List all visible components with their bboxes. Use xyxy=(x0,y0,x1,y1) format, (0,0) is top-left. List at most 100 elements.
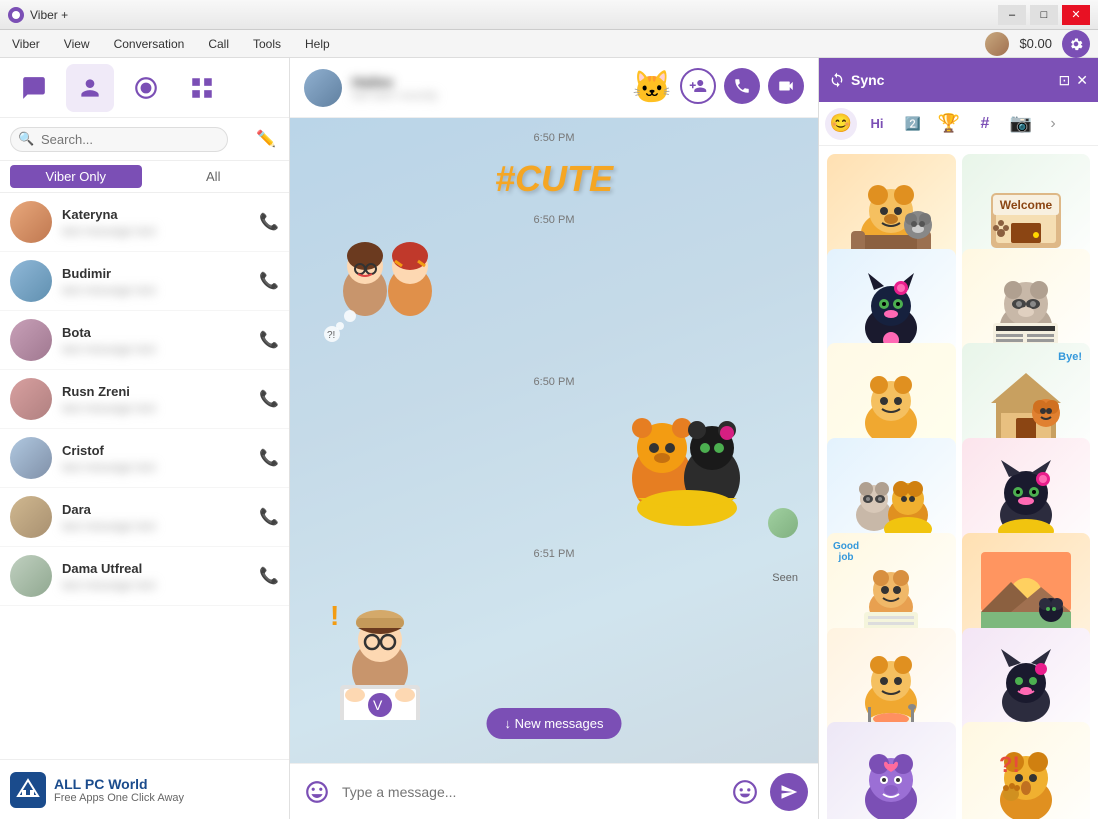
list-item[interactable]: Cristof last message text 📞 xyxy=(0,429,289,488)
titlebar: Viber + – □ ✕ xyxy=(0,0,1098,30)
chat-messages: 6:50 PM #CUTE 6:50 PM xyxy=(290,118,818,763)
minimize-button[interactable]: – xyxy=(998,5,1026,25)
window-title: Viber + xyxy=(30,8,998,22)
message-timestamp: 6:50 PM xyxy=(310,132,798,144)
watermark-text: ALL PC World Free Apps One Click Away xyxy=(54,776,184,804)
chat-area: Hailee last seen recently 🐱 xyxy=(290,58,818,819)
maximize-button[interactable]: □ xyxy=(1030,5,1058,25)
contact-preview: last message text xyxy=(62,578,259,592)
calls-nav-button[interactable] xyxy=(122,64,170,112)
list-item[interactable]: Budimir last message text 📞 xyxy=(0,252,289,311)
contact-right: 📞 xyxy=(259,212,279,232)
messages-nav-button[interactable] xyxy=(10,64,58,112)
sticker-cell[interactable]: ?! What?! xyxy=(962,722,1091,819)
list-item[interactable]: Kateryna last message text 📞 xyxy=(0,193,289,252)
main-container: 🔍 ✏️ Viber Only All Kateryna last messag… xyxy=(0,58,1098,819)
contact-preview: last message text xyxy=(62,224,259,238)
search-bar: 🔍 ✏️ xyxy=(0,118,289,161)
settings-button[interactable] xyxy=(1062,30,1090,58)
avatar xyxy=(10,260,52,302)
chat-contact-info: Hailee last seen recently xyxy=(352,74,622,102)
menu-help[interactable]: Help xyxy=(301,35,334,53)
svg-text:!: ! xyxy=(330,600,339,631)
window-controls: – □ ✕ xyxy=(998,5,1090,25)
viber-icon: 📞 xyxy=(259,212,279,232)
svg-text:V: V xyxy=(373,697,383,713)
sidebar: 🔍 ✏️ Viber Only All Kateryna last messag… xyxy=(0,58,290,819)
viber-icon: 📞 xyxy=(259,330,279,350)
contact-preview: last message text xyxy=(62,460,259,474)
sticker-scroll-right[interactable]: › xyxy=(1041,102,1065,146)
search-icon: 🔍 xyxy=(18,131,34,147)
send-button[interactable] xyxy=(770,773,808,811)
list-item[interactable]: Dara last message text 📞 xyxy=(0,488,289,547)
viber-icon: 📞 xyxy=(259,448,279,468)
menu-viber[interactable]: Viber xyxy=(8,35,44,53)
contact-name: Rusn Zreni xyxy=(62,384,259,399)
contact-list: Kateryna last message text 📞 Budimir las… xyxy=(0,193,289,759)
menu-conversation[interactable]: Conversation xyxy=(110,35,189,53)
contact-right: 📞 xyxy=(259,271,279,291)
sticker-cat-emoji[interactable]: 😊 xyxy=(825,108,857,140)
close-button[interactable]: ✕ xyxy=(1062,5,1090,25)
svg-text:Welcome: Welcome xyxy=(1000,198,1053,212)
message-sticker-left2: ! V xyxy=(310,590,798,720)
menu-tools[interactable]: Tools xyxy=(249,35,285,53)
chat-contact-status: last seen recently xyxy=(352,90,622,102)
sticker-cat-trophy[interactable]: 🏆 xyxy=(933,108,965,140)
filter-viber-only[interactable]: Viber Only xyxy=(10,165,142,188)
list-item[interactable]: Dama Utfreal last message text 📞 xyxy=(0,547,289,606)
sticker-cat-hash[interactable]: # xyxy=(969,108,1001,140)
video-call-button[interactable] xyxy=(768,68,804,104)
sticker-left: ?! xyxy=(310,236,460,366)
list-item[interactable]: Rusn Zreni last message text 📞 xyxy=(0,370,289,429)
message-seen-status: Seen xyxy=(310,572,798,584)
contact-info: Cristof last message text xyxy=(62,443,259,474)
more-nav-button[interactable] xyxy=(178,64,226,112)
contact-name: Budimir xyxy=(62,266,259,281)
contacts-nav-button[interactable] xyxy=(66,64,114,112)
viber-icon: 📞 xyxy=(259,566,279,586)
sticker-cat-photo[interactable]: 📷 xyxy=(1005,108,1037,140)
list-item[interactable]: Bota last message text 📞 xyxy=(0,311,289,370)
viber-icon: 📞 xyxy=(259,507,279,527)
sticker-cat-2[interactable]: 2️⃣ xyxy=(897,108,929,140)
sticker-panel-title: Sync xyxy=(851,72,1053,88)
chat-contact-avatar xyxy=(304,69,342,107)
svg-text:?!: ?! xyxy=(999,752,1020,777)
compose-button[interactable]: ✏️ xyxy=(253,126,279,152)
message-input[interactable] xyxy=(342,784,720,800)
chat-input-area xyxy=(290,763,818,819)
balance-display: $0.00 xyxy=(1019,36,1052,51)
add-contact-button[interactable] xyxy=(680,68,716,104)
search-input[interactable] xyxy=(10,127,228,152)
watermark-title: ALL PC World xyxy=(54,776,184,792)
avatar xyxy=(10,201,52,243)
menu-right: $0.00 xyxy=(985,30,1090,58)
app-icon xyxy=(8,7,24,23)
user-avatar xyxy=(985,32,1009,56)
watermark-logo xyxy=(10,772,46,808)
sticker-button[interactable] xyxy=(728,775,762,809)
viber-icon: 📞 xyxy=(259,271,279,291)
sticker-panel-controls: ⊡ ✕ xyxy=(1059,72,1088,89)
header-sticker: 🐱 xyxy=(632,68,672,108)
contact-preview: last message text xyxy=(62,401,259,415)
chat-header-actions: 🐱 xyxy=(632,68,804,108)
emoji-picker-button[interactable] xyxy=(300,775,334,809)
hashtag-message: #CUTE xyxy=(310,158,798,200)
sticker-cat-hi[interactable]: Hi xyxy=(861,108,893,140)
search-wrapper: 🔍 xyxy=(10,127,247,152)
message-sticker-left: ?! xyxy=(310,236,798,366)
panel-resize-button[interactable]: ⊡ xyxy=(1059,72,1071,89)
menu-call[interactable]: Call xyxy=(204,35,233,53)
menu-view[interactable]: View xyxy=(60,35,94,53)
panel-close-button[interactable]: ✕ xyxy=(1076,72,1088,89)
sticker-cell[interactable] xyxy=(827,722,956,819)
sticker-panel: Sync ⊡ ✕ 😊 Hi 2️⃣ 🏆 # 📷 › xyxy=(818,58,1098,819)
filter-tabs: Viber Only All xyxy=(0,161,289,193)
new-messages-button[interactable]: ↓ New messages xyxy=(487,708,622,739)
sticker-panel-header: Sync ⊡ ✕ xyxy=(819,58,1098,102)
voice-call-button[interactable] xyxy=(724,68,760,104)
filter-all[interactable]: All xyxy=(148,165,280,188)
